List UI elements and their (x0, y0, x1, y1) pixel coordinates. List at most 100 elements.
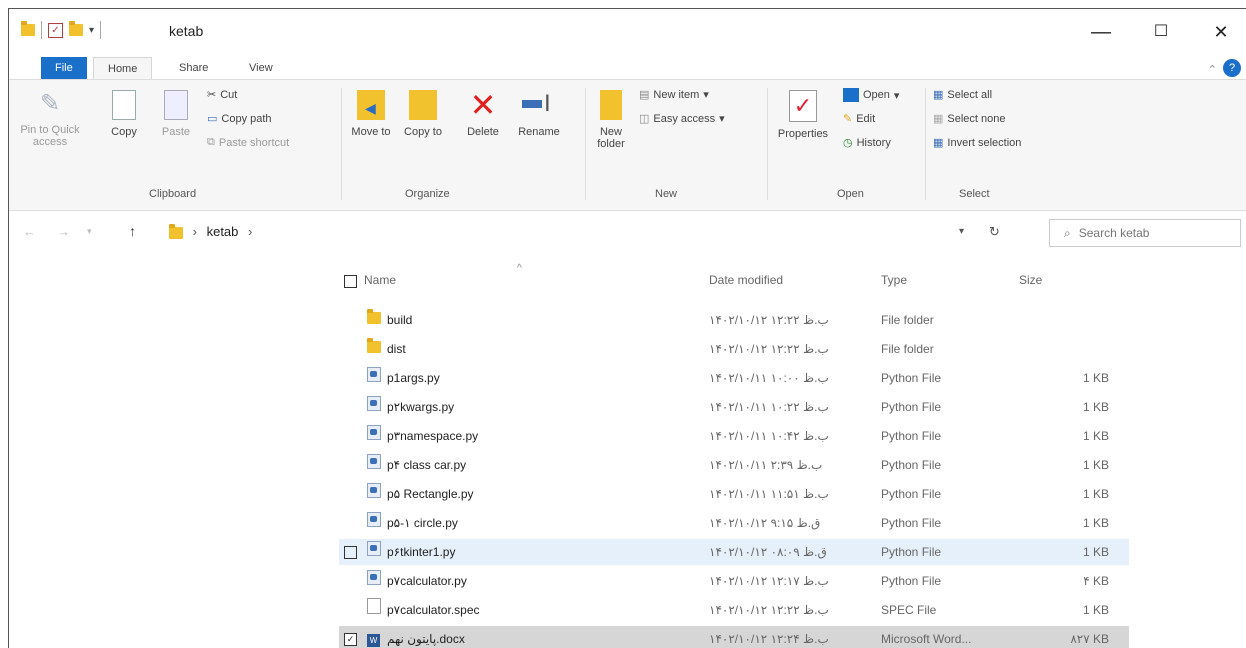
rename-icon: I (522, 90, 556, 120)
file-size: 1 KB (1082, 545, 1109, 559)
move-to-label: Move to (351, 126, 391, 138)
delete-button[interactable]: ✕ Delete (461, 89, 505, 138)
file-row[interactable]: p۴ class car.py ۱۴۰۲/۱۰/۱۱ ب.ظ ۲:۳۹ Python… (339, 452, 1129, 478)
properties-button[interactable]: ✓ Properties (773, 90, 833, 140)
easy-access-button[interactable]: ◫ Easy access ▾ (639, 112, 725, 126)
file-row[interactable]: p۳namespace.py ۱۴۰۲/۱۰/۱۱ ب.ظ ۱۰:۴۲ Python… (339, 423, 1129, 449)
new-item-label: New item (653, 88, 700, 101)
cut-button[interactable]: ✂ Cut (207, 88, 237, 102)
select-none-button[interactable]: ▦ Select none (933, 112, 1006, 126)
folder-icon (367, 336, 381, 362)
pin-to-quick-access-button[interactable]: ✎ Pin to Quick access (15, 90, 85, 148)
breadcrumb-ketab[interactable]: ketab (207, 224, 239, 239)
file-name[interactable]: p۲kwargs.py (387, 394, 454, 420)
select-all-button[interactable]: ▦ Select all (933, 88, 992, 102)
file-row[interactable]: p1args.py ۱۴۰۲/۱۰/۱۱ ب.ظ ۱۰:۰۰ Python File… (339, 365, 1129, 391)
maximize-icon[interactable]: ☐ (1139, 17, 1183, 47)
rename-button[interactable]: I Rename (513, 90, 565, 138)
file-name[interactable]: build (387, 307, 412, 333)
file-name[interactable]: p۷calculator.py (387, 568, 467, 594)
close-icon[interactable]: ✕ (1199, 17, 1243, 47)
new-group-label: New (655, 188, 678, 200)
folder-icon (169, 223, 183, 239)
new-folder-button[interactable]: New folder (591, 90, 631, 150)
file-row[interactable]: p۵-۱ circle.py ۱۴۰۲/۱۰/۱۲ ق.ظ ۹:۱۵ Python … (339, 510, 1129, 536)
file-name[interactable]: p۴ class car.py (387, 452, 466, 478)
easy-access-label: Easy access (653, 112, 716, 125)
history-button[interactable]: ◷ History (843, 136, 891, 150)
file-type: File folder (881, 342, 934, 356)
search-placeholder: Search ketab (1078, 226, 1150, 240)
file-name[interactable]: پایتون نهم.docx (387, 626, 465, 648)
new-folder-icon[interactable] (69, 21, 83, 36)
help-icon[interactable]: ? (1223, 59, 1241, 77)
new-folder-icon (600, 90, 622, 120)
file-name[interactable]: p1args.py (387, 365, 440, 391)
copy-path-button[interactable]: ▭ Copy path (207, 112, 272, 126)
file-row[interactable]: p۶tkinter1.py ۱۴۰۲/۱۰/۱۲ ق.ظ ۰۸:۰۹ Python … (339, 539, 1129, 565)
file-type: Python File (881, 487, 942, 501)
open-button[interactable]: Open ▾ (843, 88, 899, 102)
tab-file[interactable]: File (41, 57, 87, 79)
folder-icon (21, 21, 35, 36)
row-checkbox[interactable]: ✓ (344, 633, 357, 647)
paste-shortcut-icon: ⧉ (207, 136, 215, 148)
properties-label: Properties (777, 128, 829, 140)
file-name[interactable]: p۵ Rectangle.py (387, 481, 474, 507)
address-dropdown-icon[interactable]: ▾ (959, 221, 964, 243)
paste-button[interactable]: Paste (159, 90, 193, 138)
copy-button[interactable]: Copy (107, 90, 141, 138)
file-row[interactable]: p۵ Rectangle.py ۱۴۰۲/۱۰/۱۱ ب.ظ ۱۱:۵۱ Pytho… (339, 481, 1129, 507)
move-to-button[interactable]: ◀ Move to (351, 90, 391, 138)
new-item-button[interactable]: ▤ New item ▾ (639, 88, 709, 102)
properties-icon: ✓ (789, 90, 817, 122)
select-all-checkbox[interactable] (344, 275, 357, 288)
tab-home[interactable]: Home (93, 57, 153, 80)
file-list: Name ^ Date modified Type Size build ۱۴۰۲… (9, 259, 1246, 648)
file-size: 1 KB (1082, 400, 1109, 414)
tab-view[interactable]: View (235, 57, 287, 79)
search-box[interactable]: ⌕ Search ketab (1049, 219, 1241, 247)
open-label: Open (863, 89, 890, 101)
file-name[interactable]: dist (387, 336, 406, 362)
file-name[interactable]: p۳namespace.py (387, 423, 478, 449)
file-size: 1 KB (1082, 458, 1109, 472)
file-date: ۱۴۰۲/۱۰/۱۱ ب.ظ ۲:۳۹ (709, 458, 823, 472)
file-size: 1 KB (1082, 371, 1109, 385)
column-header-type[interactable]: Type (881, 273, 907, 287)
tab-share[interactable]: Share (165, 57, 222, 79)
file-name[interactable]: p۶tkinter1.py (387, 539, 455, 565)
minimize-icon[interactable]: — (1079, 17, 1123, 47)
copy-to-button[interactable]: Copy to (403, 90, 443, 138)
paste-shortcut-button[interactable]: ⧉ Paste shortcut (207, 136, 289, 149)
address-bar[interactable]: › ketab › ▾ ↻ (149, 221, 1009, 243)
recent-locations-icon[interactable]: ▾ (87, 226, 92, 237)
file-row[interactable]: dist ۱۴۰۲/۱۰/۱۲ ب.ظ ۱۲:۲۲ File folder (339, 336, 1129, 362)
collapse-ribbon-icon[interactable]: ⌃ (1208, 63, 1217, 76)
up-arrow-icon[interactable]: ↑ (129, 223, 136, 239)
column-header-size[interactable]: Size (1019, 273, 1042, 287)
file-size: 1 KB (1082, 516, 1109, 530)
file-row[interactable]: p۷calculator.py ۱۴۰۲/۱۰/۱۲ ب.ظ ۱۲:۱۷ Pytho… (339, 568, 1129, 594)
back-icon[interactable]: ← (23, 224, 36, 239)
file-date: ۱۴۰۲/۱۰/۱۲ ب.ظ ۱۲:۱۷ (709, 574, 829, 588)
edit-button[interactable]: ✎ Edit (843, 112, 875, 126)
file-name[interactable]: p۷calculator.spec (387, 597, 480, 623)
column-header-date[interactable]: Date modified (709, 273, 783, 287)
copy-to-label: Copy to (404, 126, 442, 138)
refresh-icon[interactable]: ↻ (989, 221, 1000, 243)
row-checkbox[interactable] (344, 546, 357, 560)
file-row[interactable]: p۷calculator.spec ۱۴۰۲/۱۰/۱۲ ب.ظ ۱۲:۲۲ SPE… (339, 597, 1129, 623)
customize-dropdown-icon[interactable]: ▾ (89, 25, 94, 36)
file-row[interactable]: ✓ W پایتون نهم.docx ۱۴۰۲/۱۰/۱۲ ب.ظ ۱۲:۲۴ Mic… (339, 626, 1129, 648)
properties-check-icon[interactable]: ✓ (48, 22, 63, 38)
file-type: Python File (881, 545, 942, 559)
breadcrumb-separator-icon[interactable]: › (248, 224, 252, 239)
file-date: ۱۴۰۲/۱۰/۱۲ ب.ظ ۱۲:۲۲ (709, 342, 829, 356)
invert-selection-button[interactable]: ▦ Invert selection (933, 136, 1021, 150)
file-name[interactable]: p۵-۱ circle.py (387, 510, 458, 536)
column-header-name[interactable]: Name (364, 273, 396, 287)
file-row[interactable]: build ۱۴۰۲/۱۰/۱۲ ب.ظ ۱۲:۲۲ File folder (339, 307, 1129, 333)
file-row[interactable]: p۲kwargs.py ۱۴۰۲/۱۰/۱۱ ب.ظ ۱۰:۲۲ Python Fi… (339, 394, 1129, 420)
forward-icon[interactable]: → (57, 224, 70, 239)
